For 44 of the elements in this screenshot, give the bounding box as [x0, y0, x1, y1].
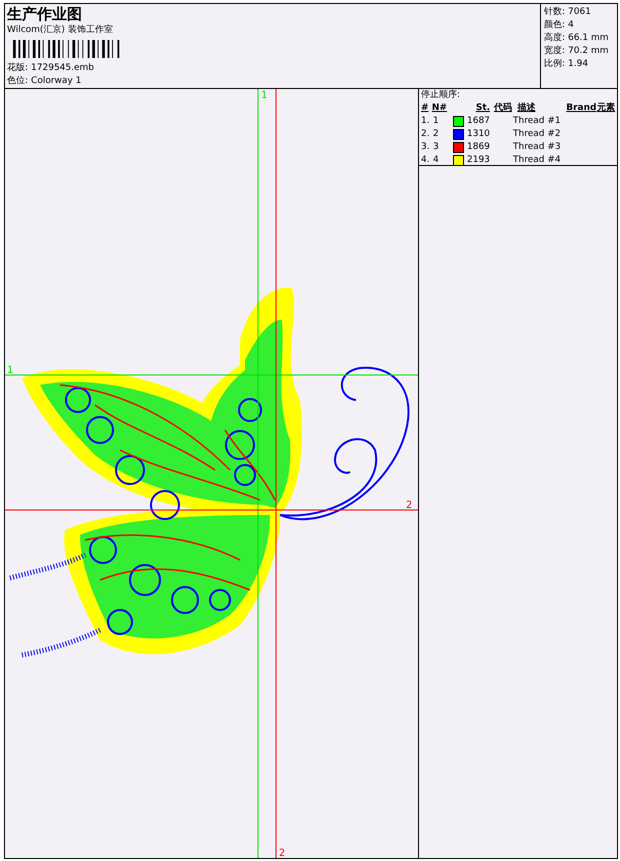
column-header: St.	[476, 102, 492, 115]
guide-label: 2	[406, 500, 412, 511]
table-cell-text: 4.	[421, 154, 431, 167]
column-header: #	[421, 102, 430, 115]
stat-value: 1.94	[568, 58, 588, 70]
guide-label: 1	[7, 365, 14, 376]
table-cell-text: 3.	[421, 141, 431, 154]
stat-value: 7061	[568, 6, 591, 18]
table-cell: Thread #1	[513, 115, 561, 128]
stop-sequence-title: 停止顺序:	[421, 89, 462, 102]
guide-label: 1	[261, 90, 268, 101]
colorway-label: 色位:	[7, 75, 28, 87]
table-cell-text: 4	[433, 154, 440, 167]
stat-label: 宽度:	[544, 45, 566, 57]
column-header: Brand	[566, 102, 597, 115]
column-header: N#	[432, 102, 446, 115]
table-cell-text: 2.	[421, 128, 431, 141]
stat-value: 66.1 mm	[568, 32, 608, 44]
table-cell: Thread #4	[513, 154, 561, 167]
table-cell-text: 1869	[467, 141, 491, 154]
stat-value: 4	[568, 19, 574, 31]
table-cell-text: 3	[433, 141, 440, 154]
stat-value: 70.2 mm	[568, 45, 608, 57]
guide-label: 2	[279, 848, 286, 858]
table-cell-text: 1687	[467, 115, 491, 128]
table-cell-text: 1310	[467, 128, 491, 141]
stat-label: 高度:	[544, 32, 566, 44]
column-header: 代码	[494, 102, 513, 115]
table-cell-text: 2	[433, 128, 440, 141]
stat-label: 比例:	[544, 58, 566, 70]
table-cell-text: 1	[433, 115, 440, 128]
table-cell: Thread #3	[513, 141, 561, 154]
company-name: Wilcom(汇京) 装饰工作室	[7, 24, 114, 37]
table-cell: Thread #2	[513, 128, 561, 141]
table-cell-text: 1.	[421, 115, 431, 128]
column-header: 描述	[517, 102, 536, 115]
sheet-title: 生产作业图	[7, 5, 83, 23]
design-file-value: 1729545.emb	[31, 62, 94, 74]
column-header: 元素	[596, 102, 615, 115]
table-cell-text: 2193	[467, 154, 491, 167]
design-file-label: 花版:	[7, 62, 28, 74]
colorway-value: Colorway 1	[31, 75, 82, 87]
stat-label: 颜色:	[544, 19, 566, 31]
stat-label: 针数:	[544, 6, 566, 18]
